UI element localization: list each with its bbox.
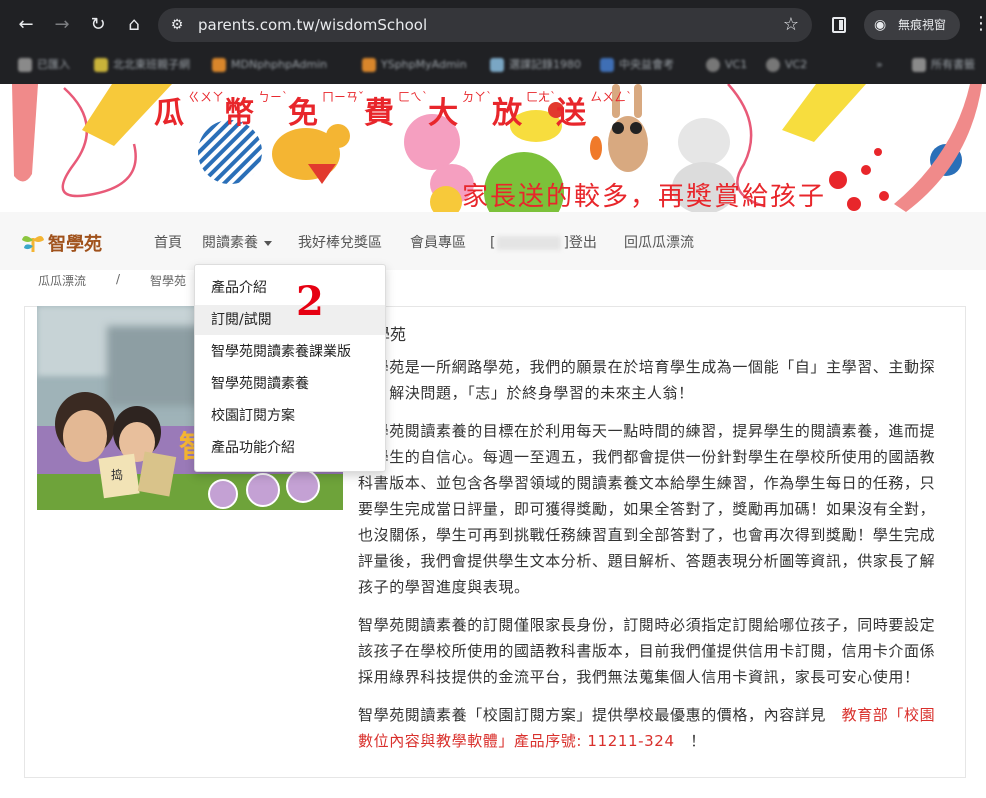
decor-shape <box>782 84 866 142</box>
nav-reading[interactable]: 閱讀素養 <box>202 232 272 252</box>
bookmark-item[interactable]: YSphpMyAdmin <box>362 56 467 74</box>
side-panel-icon[interactable] <box>832 17 846 33</box>
caret-down-icon <box>264 240 272 246</box>
book-cover-text: 捣 <box>111 468 124 482</box>
menu-item-product-intro[interactable]: 產品介紹 <box>195 273 385 303</box>
decor-shape <box>12 84 38 182</box>
subscription-paragraph: 智學苑閱讀素養的訂閱僅限家長身份，訂閱時必須指定訂閱給哪位孩子，同時要設定該孩子… <box>358 616 936 686</box>
bookmark-item[interactable]: VC2 <box>766 56 807 74</box>
bookmark-item[interactable]: 所有書籤 <box>912 56 975 74</box>
breadcrumb-separator: / <box>116 272 121 286</box>
bookmark-item[interactable]: VC1 <box>706 56 747 74</box>
sprout-icon <box>22 236 44 252</box>
browser-toolbar: ← → ↻ ⌂ ⚙ parents.com.tw/wisdomSchool ☆ … <box>0 0 986 50</box>
banner-subtitle: 家長送的較多，再獎賞給孩子 <box>462 182 827 212</box>
bookmark-item[interactable]: MDNphphpAdmin <box>212 56 327 74</box>
intro-paragraph: 智學苑是一所網路學苑，我們的願景在於培育學生成為一個能「自」主學習、主動探索、解… <box>358 358 936 402</box>
menu-item-reading-literacy[interactable]: 智學苑閱讀素養 <box>195 369 385 399</box>
browser-chrome: ← → ↻ ⌂ ⚙ parents.com.tw/wisdomSchool ☆ … <box>0 0 986 84</box>
username-redacted <box>497 236 562 250</box>
bookmark-item[interactable]: 北北東班親子網 <box>94 56 190 74</box>
nav-reading-label: 閱讀素養 <box>202 235 258 251</box>
reading-dropdown-menu: 產品介紹 訂閱/試閱 智學苑閱讀素養課業版 智學苑閱讀素養 校園訂閱方案 產品功… <box>194 264 386 472</box>
annotation-number: 2 <box>296 278 324 325</box>
menu-item-coursework-edition[interactable]: 智學苑閱讀素養課業版 <box>195 337 385 367</box>
bookmark-item[interactable]: 中央益會考 <box>600 56 674 74</box>
bookmark-star-icon[interactable]: ☆ <box>780 14 802 36</box>
banner-title: 瓜ㄍㄨㄚ幣ㄅㄧˋ免ㄇㄧㄢˇ費ㄈㄟˋ大ㄉㄚˋ放ㄈㄤˋ送ㄙㄨㄥˋ <box>154 90 633 131</box>
menu-item-subscribe[interactable]: 訂閱/試閱 <box>195 305 385 335</box>
address-bar[interactable]: ⚙ parents.com.tw/wisdomSchool ☆ <box>158 8 812 42</box>
bookmarks-bar: 已匯入 北北東班親子網 MDNphphpAdmin YSphpMyAdmin 選… <box>0 50 986 80</box>
incognito-icon: ◉ <box>874 17 887 33</box>
breadcrumb-root[interactable]: 瓜瓜漂流 <box>38 272 86 289</box>
bookmarks-overflow-icon[interactable]: » <box>876 56 883 74</box>
bear-character <box>678 118 730 166</box>
forward-arrow-icon[interactable]: → <box>48 11 76 39</box>
nav-user[interactable]: []登出 <box>490 232 597 252</box>
main-content: 智學苑 智學苑是一所網路學苑，我們的願景在於培育學生成為一個能「自」主學習、主動… <box>358 322 940 766</box>
content-heading: 智學苑 <box>358 322 940 348</box>
site-settings-icon[interactable]: ⚙ <box>168 16 186 34</box>
campus-plan-paragraph: 智學苑閱讀素養「校園訂閱方案」提供學校最優惠的價格，內容詳見 教育部「校園數位內… <box>358 706 936 750</box>
nav-member[interactable]: 會員專區 <box>410 232 466 252</box>
nav-back[interactable]: 回瓜瓜漂流 <box>624 232 694 252</box>
more-menu-icon[interactable]: ⋮ <box>972 13 986 35</box>
site-navbar: 智學苑 首頁 閱讀素養 我好棒兌獎區 會員專區 []登出 回瓜瓜漂流 <box>0 212 986 270</box>
menu-item-features[interactable]: 產品功能介紹 <box>195 433 385 463</box>
menu-item-campus-plan[interactable]: 校園訂閱方案 <box>195 401 385 431</box>
decor-dot <box>829 171 847 189</box>
breadcrumb-current: 智學苑 <box>150 274 187 288</box>
incognito-label: 無痕視窗 <box>898 18 947 32</box>
bookmark-item[interactable]: 選課記錄1980 <box>490 56 581 74</box>
incognito-badge[interactable]: ◉ 無痕視窗 <box>864 10 960 40</box>
nav-rewards[interactable]: 我好棒兌獎區 <box>298 232 382 252</box>
url-text[interactable]: parents.com.tw/wisdomSchool <box>198 8 427 42</box>
goal-paragraph: 智學苑閱讀素養的目標在於利用每天一點時間的練習，提昇學生的閱讀素養，進而提升學生… <box>358 422 936 596</box>
logo-text: 智學苑 <box>48 234 102 255</box>
bookmark-item[interactable]: 已匯入 <box>18 56 70 74</box>
promo-banner[interactable]: 瓜ㄍㄨㄚ幣ㄅㄧˋ免ㄇㄧㄢˇ費ㄈㄟˋ大ㄉㄚˋ放ㄈㄤˋ送ㄙㄨㄥˋ 家長送的較多，再獎… <box>4 84 986 212</box>
home-icon[interactable]: ⌂ <box>120 11 148 39</box>
nav-home[interactable]: 首頁 <box>154 232 182 252</box>
reload-icon[interactable]: ↻ <box>84 11 112 39</box>
back-arrow-icon[interactable]: ← <box>12 11 40 39</box>
logout-link[interactable]: ]登出 <box>563 235 596 251</box>
